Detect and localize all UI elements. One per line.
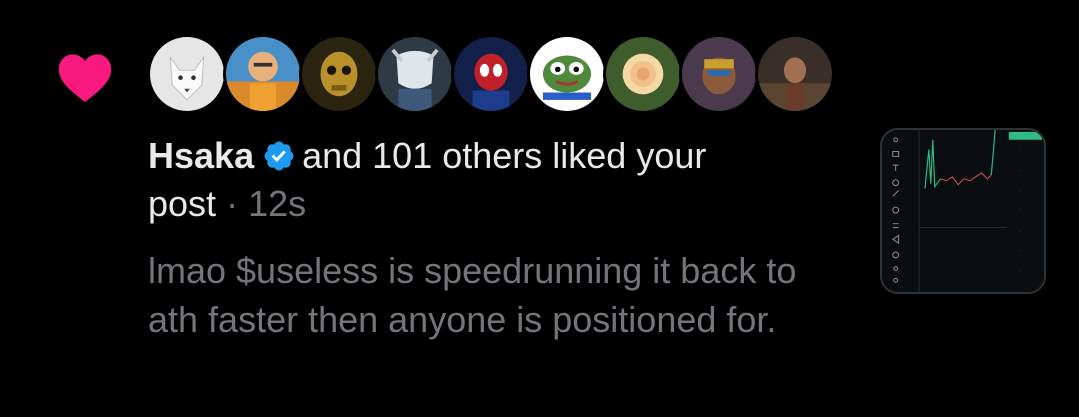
chart-screenshot-thumbnail[interactable]: ... ....	[880, 128, 1046, 294]
action-text-2: post	[148, 183, 217, 224]
timestamp: 12s	[248, 183, 307, 224]
cartoon-man-avatar[interactable]	[223, 34, 303, 114]
street-avatar[interactable]	[755, 34, 835, 114]
spiderman-avatar[interactable]	[451, 34, 531, 114]
rose-avatar[interactable]	[603, 34, 683, 114]
user-name[interactable]: Hsaka	[148, 135, 254, 176]
verified-badge-icon	[264, 141, 294, 171]
action-text: and 101 others liked your	[302, 135, 707, 176]
pepe-frog-avatar[interactable]	[527, 34, 607, 114]
polar-bear-avatar[interactable]	[375, 34, 455, 114]
post-preview-text[interactable]: lmao $useless is speedrunning it back to…	[148, 246, 828, 344]
ape-avatar[interactable]	[679, 34, 759, 114]
separator: ·	[226, 183, 239, 224]
heart-icon	[58, 54, 112, 102]
gold-skull-avatar[interactable]	[299, 34, 379, 114]
white-wolf-avatar[interactable]	[147, 34, 227, 114]
notification-text: Hsaka and 101 others liked your post · 12…	[148, 132, 848, 228]
